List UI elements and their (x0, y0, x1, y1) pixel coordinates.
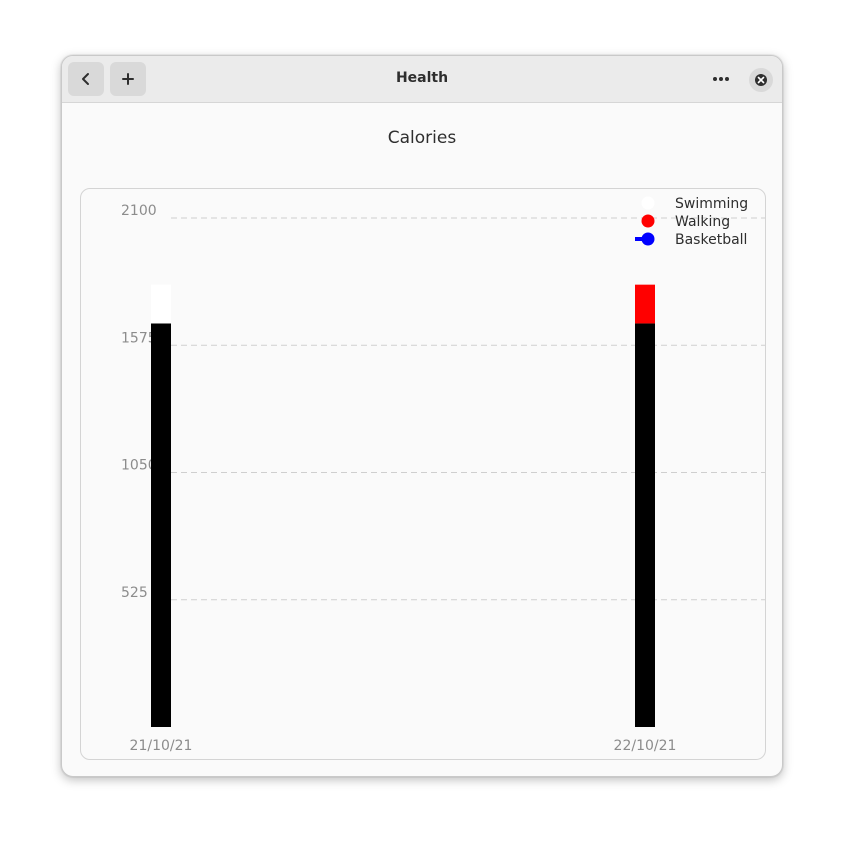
legend-label: Basketball (675, 232, 747, 248)
legend-label: Walking (675, 214, 730, 230)
bar-basketball (151, 323, 171, 727)
menu-button[interactable] (706, 64, 736, 94)
window-title: Health (395, 70, 449, 86)
calories-chart: 52510501575210021/10/21 22/10/21SwimmingW… (121, 196, 765, 754)
y-tick-label: 525 (121, 585, 148, 601)
legend-label: Swimming (675, 196, 748, 212)
close-button[interactable] (749, 68, 773, 92)
bar-swimming (151, 284, 171, 324)
chart-frame: 525 1050 1575 2100 21/10/21 22/10/21 Swimming W… (80, 188, 766, 760)
bar-basketball (635, 323, 655, 727)
health-window: Health Calories 525 1050 1575 2100 21/10/21 2… (61, 55, 783, 777)
x-tick-label: 22/10/21 (614, 738, 677, 754)
legend-marker (641, 232, 655, 246)
ellipsis-icon (713, 77, 729, 81)
legend-marker (641, 214, 655, 228)
y-tick-label: 2100 (121, 203, 157, 219)
close-icon (755, 74, 767, 86)
legend-marker (641, 196, 655, 210)
bar-walking (635, 284, 655, 324)
header-bar: Health (62, 56, 782, 103)
chart-title: Calories (387, 128, 457, 148)
x-tick-label: 21/10/21 (130, 738, 193, 754)
